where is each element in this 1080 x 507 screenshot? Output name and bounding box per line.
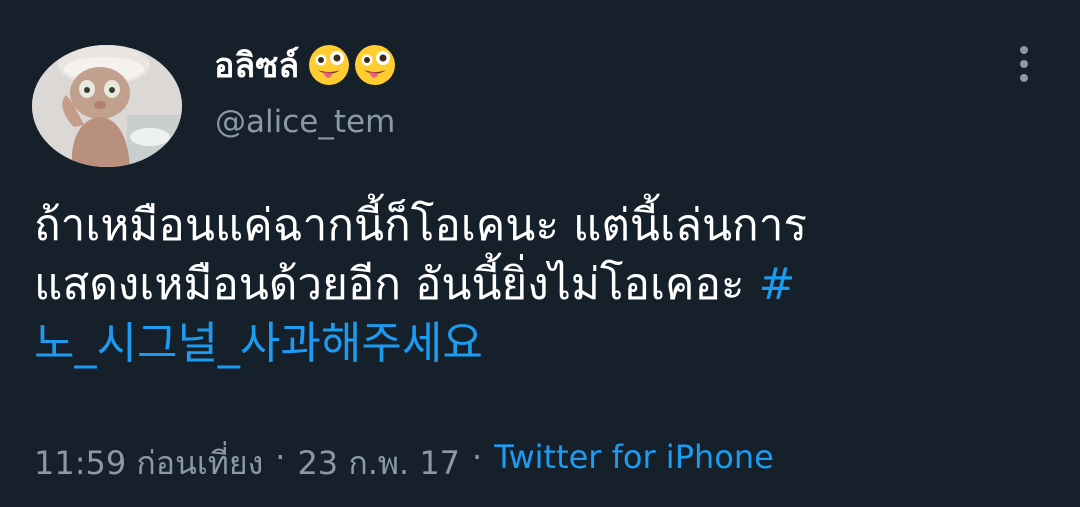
tweet-text: ถ้าเหมือนแค่ฉากนี้ก็โอเคนะ แต่นี้เล่นการ…	[34, 196, 1044, 373]
more-dot-icon	[1020, 46, 1028, 54]
tweet-text-line: 노_시그널_사과해주세요	[34, 314, 1044, 373]
tweet-date[interactable]: 23 ก.พ. 17	[297, 438, 460, 489]
tweet-card: อลิซล์ @alice_tem ถ้าเหมือนแค่ฉากนี้ก็โอ…	[0, 0, 1080, 507]
meta-separator: ·	[472, 438, 483, 476]
author-name-row[interactable]: อลิซล์	[214, 40, 397, 90]
hashtag-link[interactable]: 노_시그널_사과해주세요	[34, 318, 483, 369]
avatar[interactable]	[32, 45, 182, 167]
avatar-image	[32, 45, 182, 167]
more-dot-icon	[1020, 74, 1028, 82]
display-name[interactable]: อลิซล์	[214, 38, 299, 92]
tweet-text-segment: แสดงเหมือนด้วยอีก อันนี้ยิ่งไม่โอเคอะ	[34, 259, 759, 310]
zany-face-emoji-icon	[309, 45, 350, 85]
tweet-text-line: ถ้าเหมือนแค่ฉากนี้ก็โอเคนะ แต่นี้เล่นการ	[34, 196, 1044, 255]
tweet-text-segment: ถ้าเหมือนแค่ฉากนี้ก็โอเคนะ แต่นี้เล่นการ	[34, 200, 808, 251]
tweet-source-link[interactable]: Twitter for iPhone	[494, 438, 774, 489]
author-handle[interactable]: @alice_tem	[215, 104, 395, 140]
tweet-text-line: แสดงเหมือนด้วยอีก อันนี้ยิ่งไม่โอเคอะ #	[34, 255, 1044, 314]
meta-separator: ·	[275, 438, 286, 476]
tweet-meta: 11:59 ก่อนเที่ยง · 23 ก.พ. 17 · Twitter …	[34, 438, 774, 489]
hashtag-link-start[interactable]: #	[759, 259, 796, 310]
tweet-time[interactable]: 11:59 ก่อนเที่ยง	[34, 438, 263, 489]
more-dot-icon	[1020, 60, 1028, 68]
zany-face-emoji-icon	[355, 45, 396, 85]
more-options-button[interactable]	[1010, 44, 1038, 84]
